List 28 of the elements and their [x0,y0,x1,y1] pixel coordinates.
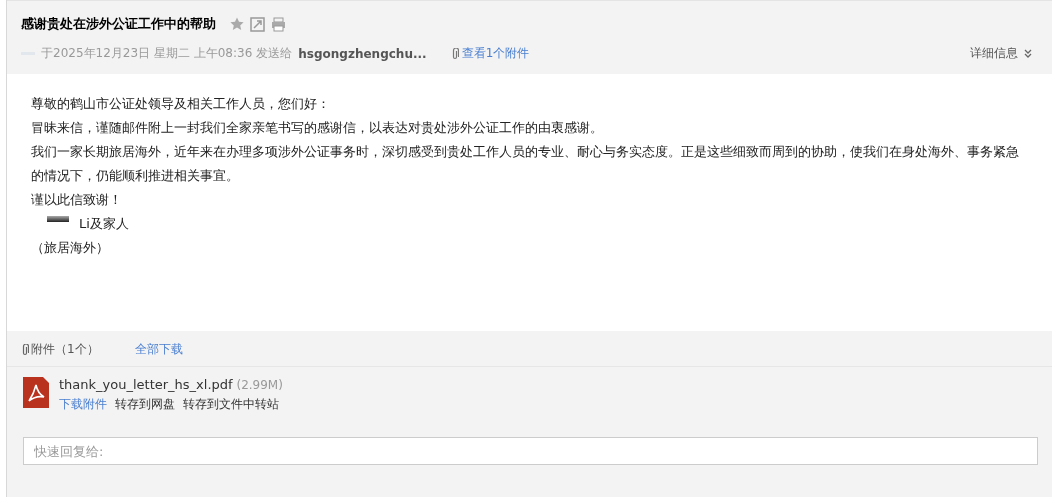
body-paragraph: 谨以此信致谢！ [31,191,123,209]
popout-icon[interactable] [250,16,265,32]
print-icon[interactable] [271,16,286,32]
attachment-action-link[interactable]: 转存到网盘 [115,396,175,413]
recipient: hsgongzhengchu... [298,46,427,61]
attachment-action-link[interactable]: 转存到文件中转站 [183,396,279,413]
body-paragraph: 尊敬的鹤山市公证处领导及相关工作人员，您们好： [31,95,331,113]
details-toggle[interactable]: 详细信息 [970,45,1032,62]
attachment-action-link[interactable]: 下载附件 [59,396,107,413]
signature: Li及家人 [79,215,129,233]
signature-note: （旅居海外） [31,239,110,257]
send-to-label: 发送给 [256,45,293,62]
paperclip-icon [450,47,459,60]
body-paragraph: 我们一家长期旅居海外，近年来在办理多项涉外公证事务时，深切感受到贵处工作人员的专业、耐心与务实态度。正是这些细致而周到的协助，使我们在身处海外、事务紧急的情况下，仍能顺利推进相关事宜。 [31,143,1020,185]
quick-reply-field[interactable]: 快速回复给: [23,437,1038,465]
download-all-link[interactable]: 全部下载 [134,341,183,358]
redaction-mark [47,216,69,222]
file-size: (2.99M) [236,378,283,392]
attachments-heading: 附件（1个） [21,341,99,358]
sent-date: 于2025年12月23日 星期二 上午08:36 [41,45,253,62]
star-icon[interactable] [230,17,244,31]
body-paragraph: 冒昧来信，谨随邮件附上一封我们全家亲笔书写的感谢信，以表达对贵处涉外公证工作的由衷感谢。 [31,119,604,137]
email-subject: 感谢贵处在涉外公证工作中的帮助 [21,15,216,33]
file-name: thank_you_letter_hs_xl.pdf [59,377,233,392]
pdf-file-icon [23,377,49,408]
paperclip-icon [21,343,29,356]
view-attachments-link[interactable]: 查看1个附件 [450,45,530,62]
chevron-down-icon [1024,49,1032,58]
